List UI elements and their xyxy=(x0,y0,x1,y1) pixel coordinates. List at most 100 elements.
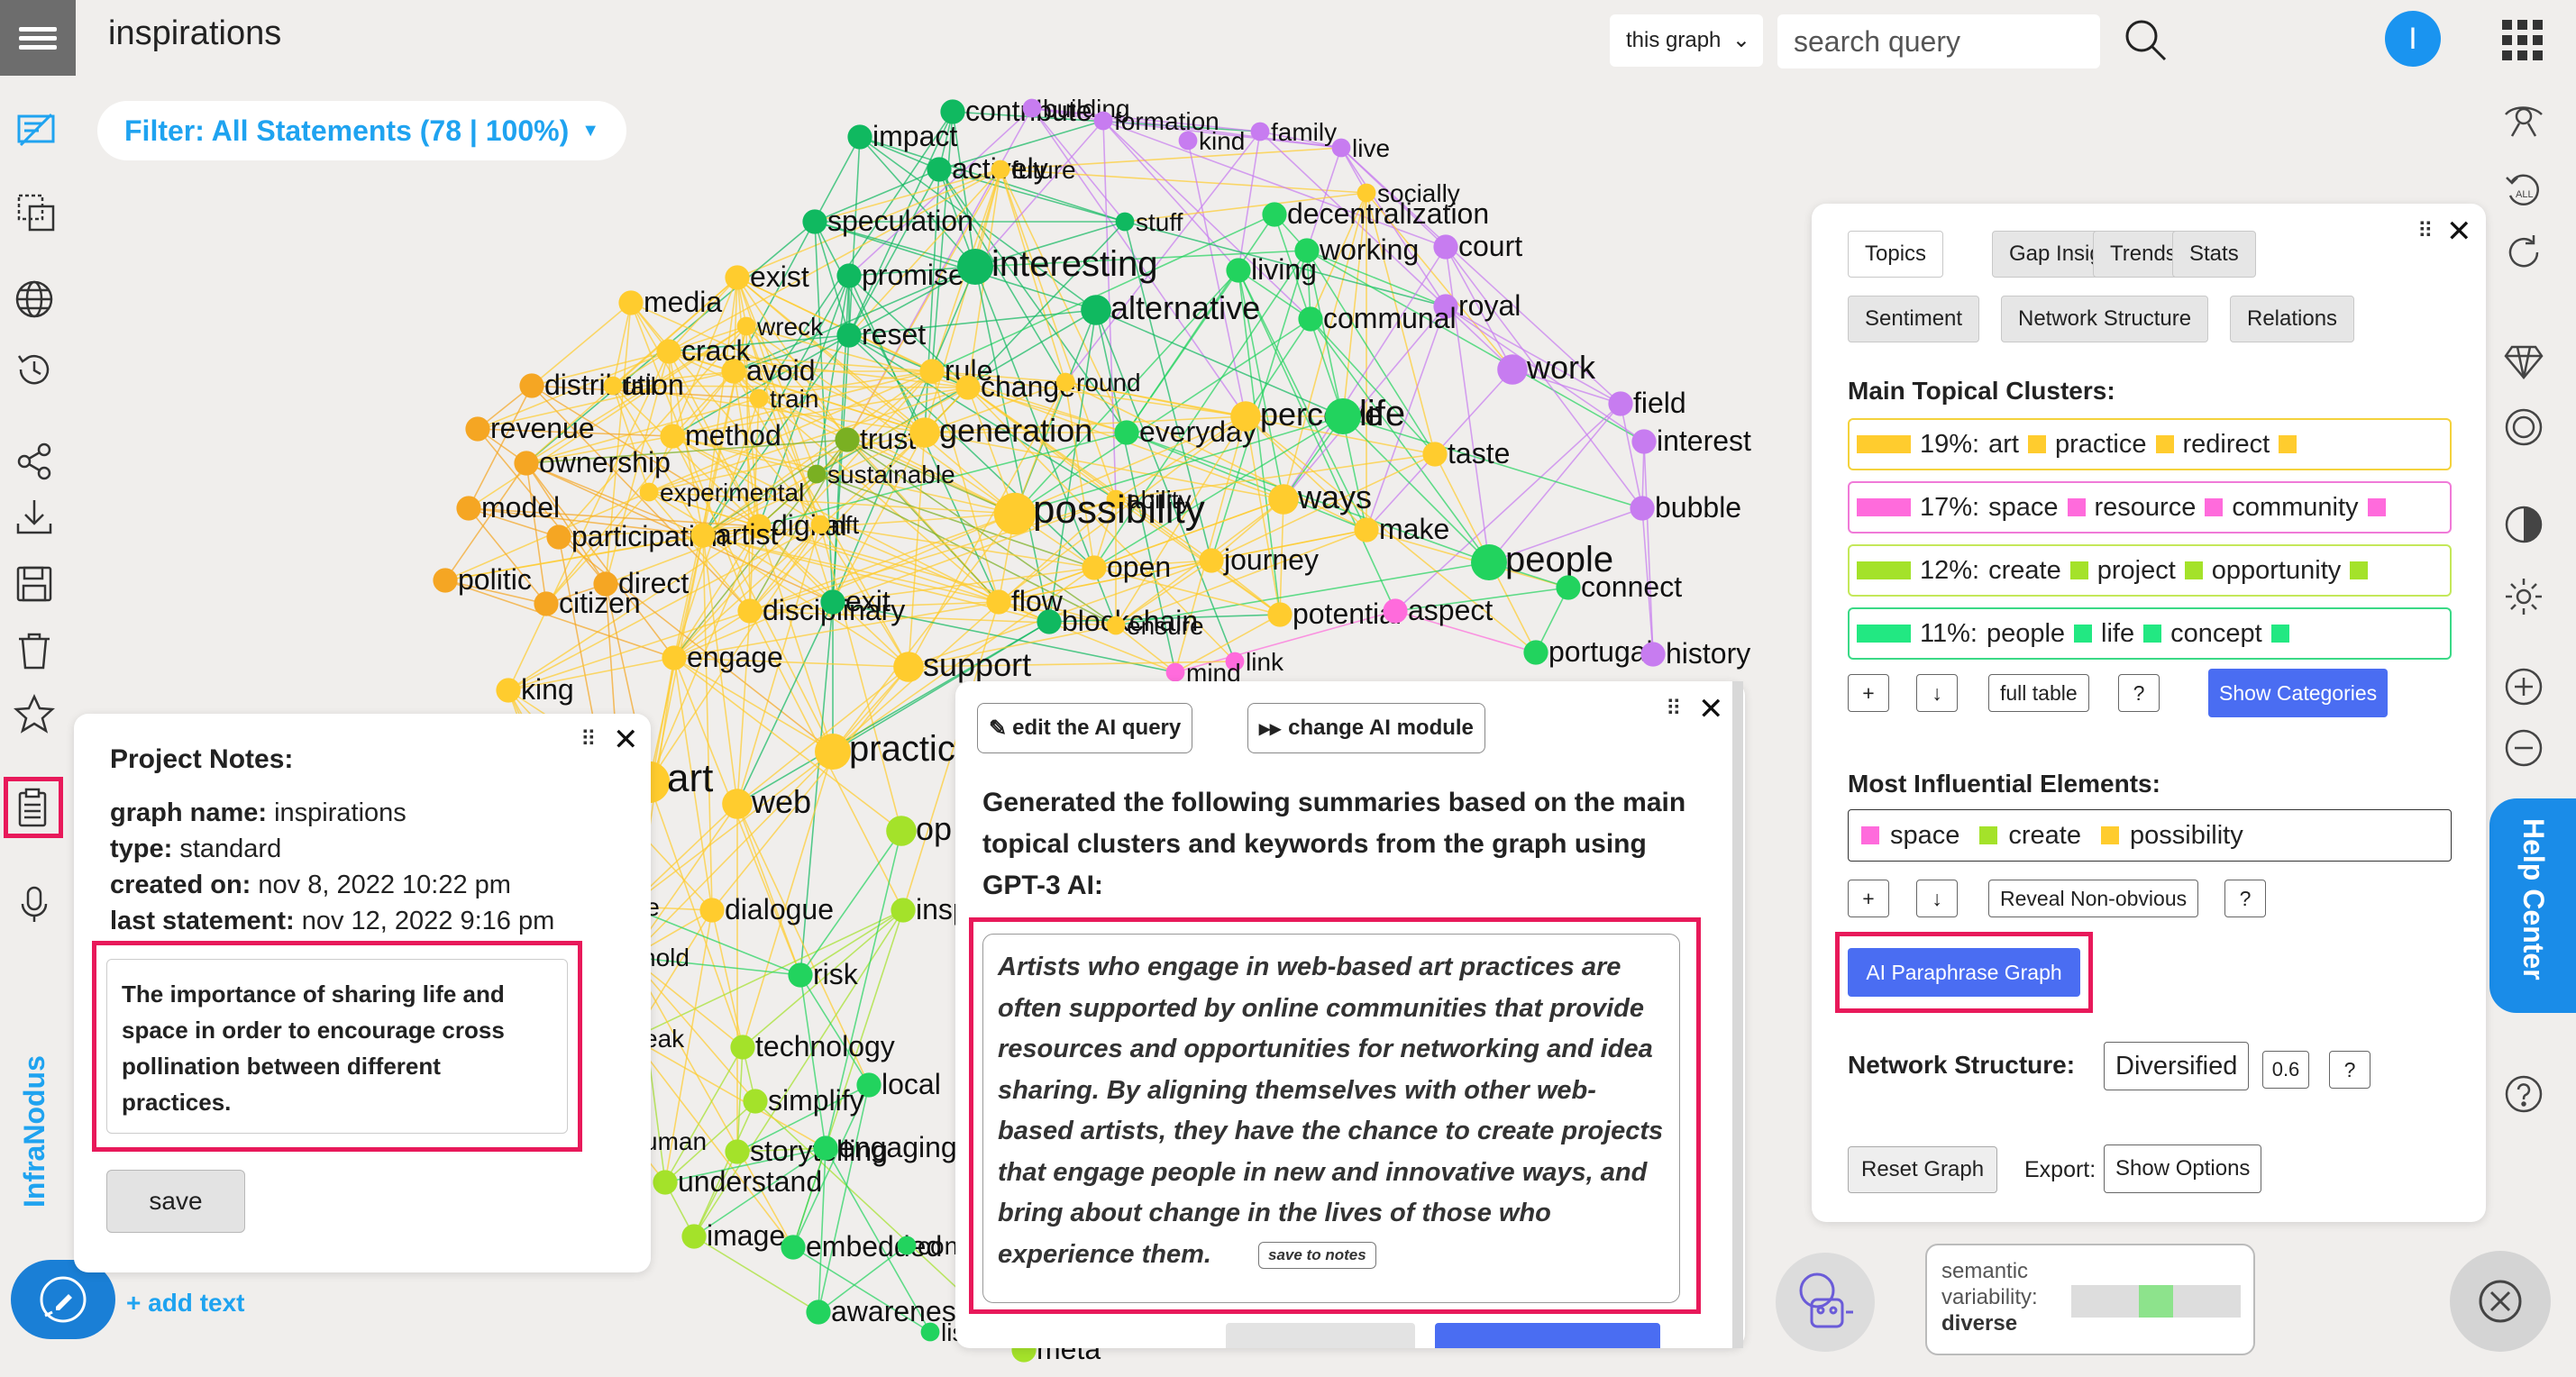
graph-node[interactable]: sustainable xyxy=(807,461,955,488)
save-disk-icon[interactable] xyxy=(11,561,58,607)
graph-node-dot[interactable] xyxy=(957,249,993,285)
graph-node-label[interactable]: journey xyxy=(1223,543,1319,576)
reveal-non-obvious-button[interactable]: Reveal Non-obvious xyxy=(1988,880,2199,917)
graph-node[interactable]: op xyxy=(886,810,952,847)
graph-node[interactable]: exit xyxy=(820,585,891,617)
graph-node[interactable]: open xyxy=(1082,551,1171,583)
graph-node-dot[interactable] xyxy=(653,1170,678,1195)
graph-node-label[interactable]: technology xyxy=(755,1030,895,1062)
graph-node-dot[interactable] xyxy=(920,1322,940,1342)
graph-node-dot[interactable] xyxy=(1082,555,1107,580)
graph-node-dot[interactable] xyxy=(847,124,872,150)
graph-node[interactable]: life xyxy=(1325,394,1405,434)
graph-node-label[interactable]: open xyxy=(1107,551,1171,583)
graph-node-dot[interactable] xyxy=(660,424,685,449)
graph-node-label[interactable]: art xyxy=(667,756,713,800)
graph-node[interactable]: exist xyxy=(725,260,809,293)
graph-node-dot[interactable] xyxy=(781,1235,806,1260)
graph-node-label[interactable]: wreck xyxy=(756,313,824,341)
graph-node-label[interactable]: engage xyxy=(687,641,783,673)
graph-node-label[interactable]: kind xyxy=(1199,127,1245,155)
graph-node-dot[interactable] xyxy=(656,339,681,364)
graph-node-label[interactable]: ownership xyxy=(539,446,671,479)
graph-node-label[interactable]: citizen xyxy=(559,587,641,619)
graph-node-dot[interactable] xyxy=(1199,548,1224,573)
reload-icon[interactable] xyxy=(2500,229,2547,276)
graph-node[interactable]: politic xyxy=(433,563,532,596)
influential-keyword[interactable]: create xyxy=(2008,821,2081,851)
graph-node[interactable]: communal xyxy=(1298,302,1457,334)
graph-node[interactable]: possibility xyxy=(993,488,1205,535)
graph-node-dot[interactable] xyxy=(806,1299,831,1325)
graph-node-dot[interactable] xyxy=(993,492,1037,535)
graph-node-label[interactable]: dialogue xyxy=(725,893,834,926)
graph-node-dot[interactable] xyxy=(1178,131,1198,150)
cluster-keyword[interactable]: community xyxy=(2232,493,2358,523)
graph-node-label[interactable]: engaging xyxy=(838,1131,957,1163)
network-structure-value[interactable]: Diversified xyxy=(2104,1042,2250,1090)
graph-node-dot[interactable] xyxy=(1250,122,1270,141)
graph-node[interactable]: generation xyxy=(909,412,1092,449)
graph-node-label[interactable]: working xyxy=(1319,233,1419,266)
eye-reveal-icon[interactable] xyxy=(2500,94,2547,141)
topical-cluster-row[interactable]: 11%: people life concept xyxy=(1848,607,2452,660)
graph-node-label[interactable]: live xyxy=(1352,134,1390,162)
graph-node-label[interactable]: interesting xyxy=(991,244,1158,284)
graph-node-dot[interactable] xyxy=(1354,517,1379,543)
graph-node-label[interactable]: exit xyxy=(845,585,891,617)
save-button[interactable]: save xyxy=(106,1170,245,1233)
influential-keyword[interactable]: possibility xyxy=(2130,821,2243,851)
graph-node-dot[interactable] xyxy=(1325,398,1361,434)
secondary-button[interactable] xyxy=(1226,1323,1415,1348)
clusters-help-button[interactable]: ? xyxy=(2118,674,2160,712)
influential-keyword[interactable]: space xyxy=(1890,821,1959,851)
graph-node-dot[interactable] xyxy=(1383,598,1408,624)
graph-node[interactable]: ownership xyxy=(514,446,671,479)
cluster-keyword[interactable]: concept xyxy=(2170,619,2262,649)
graph-node-label[interactable]: revenue xyxy=(490,412,595,444)
contrast-icon[interactable] xyxy=(2500,501,2547,548)
graph-node[interactable]: journey xyxy=(1199,543,1319,576)
cluster-keyword[interactable]: people xyxy=(1987,619,2065,649)
graph-node-dot[interactable] xyxy=(1298,306,1323,332)
search-scope-select[interactable]: this graph ⌄ xyxy=(1610,14,1763,67)
graph-node[interactable]: dialogue xyxy=(699,893,834,926)
graph-node-label[interactable]: communal xyxy=(1323,302,1457,334)
graph-node-label[interactable]: web xyxy=(751,783,811,820)
share-icon[interactable] xyxy=(11,438,58,485)
graph-node[interactable]: engage xyxy=(662,641,783,673)
graph-node-dot[interactable] xyxy=(730,1035,755,1060)
graph-node-dot[interactable] xyxy=(891,898,916,923)
graph-node-dot[interactable] xyxy=(1608,391,1633,416)
graph-node-dot[interactable] xyxy=(681,1224,707,1249)
graph-node-dot[interactable] xyxy=(991,160,1010,179)
graph-node[interactable]: court xyxy=(1433,230,1522,262)
graph-node-dot[interactable] xyxy=(639,482,659,502)
graph-node-label[interactable]: king xyxy=(521,673,574,706)
zoom-in-icon[interactable] xyxy=(2500,663,2547,710)
cluster-keyword[interactable]: practice xyxy=(2055,430,2147,460)
graph-node-label[interactable]: living xyxy=(1251,253,1317,286)
graph-node-label[interactable]: alternative xyxy=(1110,289,1260,326)
graph-node-dot[interactable] xyxy=(534,591,559,616)
graph-node-dot[interactable] xyxy=(519,373,544,398)
graph-node-label[interactable]: possibility xyxy=(1033,488,1205,532)
graph-node-label[interactable]: aspect xyxy=(1408,594,1493,626)
cluster-keyword[interactable]: art xyxy=(1988,430,2019,460)
graph-node[interactable]: work xyxy=(1497,349,1596,386)
graph-node-label[interactable]: court xyxy=(1458,230,1522,262)
graph-node-label[interactable]: life xyxy=(1359,394,1405,433)
graph-node[interactable]: simplify xyxy=(743,1084,864,1117)
graph-node-label[interactable]: portugal xyxy=(1548,635,1653,668)
graph-node-label[interactable]: uman xyxy=(644,1127,707,1155)
graph-node[interactable]: field xyxy=(1608,387,1686,419)
graph-node[interactable]: image xyxy=(681,1219,785,1252)
star-icon[interactable] xyxy=(11,690,58,737)
globe-icon[interactable] xyxy=(11,276,58,323)
graph-node-label[interactable]: avoid xyxy=(746,354,816,387)
cluster-keyword[interactable]: space xyxy=(1988,493,2058,523)
graph-node[interactable]: promise xyxy=(836,259,964,291)
search-icon[interactable] xyxy=(2122,16,2170,69)
graph-node-label[interactable]: stuff xyxy=(1136,208,1183,236)
graph-node-dot[interactable] xyxy=(1497,354,1528,385)
